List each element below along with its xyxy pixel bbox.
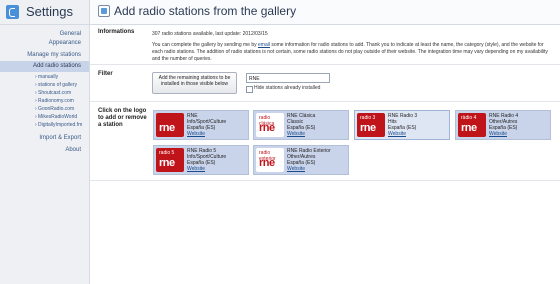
sidebar: Settings General Appearance Manage my st… (0, 0, 90, 284)
add-remaining-button[interactable]: Add the remaining stations to be install… (152, 72, 237, 94)
station-logo-text: rne (259, 122, 275, 134)
sidebar-subitem-mikesradioworld[interactable]: › MikesRadioWorld (35, 113, 77, 121)
sidebar-item-appearance[interactable]: Appearance (0, 38, 89, 49)
email-link[interactable]: email (258, 42, 270, 48)
stations-count-text: 307 radio stations available, last updat… (152, 31, 268, 37)
filter-label: Filter (98, 71, 113, 77)
sidebar-subitem-radionomy[interactable]: › Radionomy.com (35, 97, 74, 105)
sidebar-title: Settings (26, 4, 73, 19)
gallery-label-line: Click on the logo (98, 108, 147, 114)
station-website-link[interactable]: Website (287, 131, 315, 137)
station-logo-text: rne (159, 122, 175, 134)
main-panel: Add radio stations from the gallery Info… (90, 0, 560, 284)
divider (90, 101, 560, 102)
sidebar-subitem-goonradio[interactable]: › GoonRadio.com (35, 105, 74, 113)
gallery-label: Click on the logo to add or remove a sta… (98, 108, 147, 129)
station-logo-text: rne (159, 157, 175, 169)
station-logo[interactable]: radio 3 rne (357, 113, 385, 137)
sidebar-subitem-digitallyimported[interactable]: › DigitallyImported.fm (35, 121, 82, 129)
station-card: radio exterior rne RNE Radio Exterior Ot… (253, 145, 349, 175)
station-logo[interactable]: radio clásica rne (256, 113, 284, 137)
station-website-link[interactable]: Website (187, 131, 226, 137)
divider (90, 180, 560, 181)
station-logo-text: rne (259, 157, 275, 169)
sidebar-item-import-export[interactable]: Import & Export (0, 133, 89, 144)
hide-installed-label: Hide stations already installed (254, 85, 321, 91)
station-info: RNE Radio Exterior Other/Autres España (… (287, 148, 331, 172)
station-info: RNE Radio 4 Other/Autres España (ES) Web… (489, 113, 518, 137)
station-card: radio 5 rne RNE Radio 5 Info/Sport/Cultu… (153, 145, 249, 175)
filter-input[interactable]: RNE (246, 73, 330, 83)
page-header: Add radio stations from the gallery (90, 0, 560, 25)
sidebar-subitem-shoutcast[interactable]: › Shoutcast.com (35, 89, 71, 97)
informations-text-part1: You can complete the gallery by sending … (152, 42, 257, 48)
station-logo-top: radio 3 (360, 115, 376, 121)
station-logo-top: ràdio 4 (461, 115, 477, 121)
app-logo-icon (6, 5, 19, 19)
station-logo[interactable]: radio 5 rne (156, 148, 184, 172)
station-website-link[interactable]: Website (287, 166, 331, 172)
sidebar-item-add-stations[interactable]: Add radio stations (0, 61, 89, 72)
hide-installed-checkbox[interactable] (246, 86, 253, 93)
station-info: RNE Radio 5 Info/Sport/Culture España (E… (187, 148, 226, 172)
sidebar-subitem-manually[interactable]: › manually (35, 73, 58, 81)
station-website-link[interactable]: Website (187, 166, 226, 172)
gallery-label-line: a station (98, 122, 123, 128)
station-logo[interactable]: radio exterior rne (256, 148, 284, 172)
station-card: radio 3 rne RNE Radio 3 Hits España (ES)… (354, 110, 450, 140)
sidebar-item-manage-stations[interactable]: Manage my stations (0, 50, 89, 61)
gallery-icon (98, 5, 110, 17)
station-website-link[interactable]: Website (388, 131, 417, 137)
station-logo[interactable]: rne (156, 113, 184, 137)
sidebar-header: Settings (0, 0, 89, 25)
station-logo-top: radio 5 (159, 150, 175, 156)
divider (90, 64, 560, 65)
station-website-link[interactable]: Website (489, 131, 518, 137)
sidebar-subitem-gallery[interactable]: › stations of gallery (35, 81, 77, 89)
gallery-label-line: to add or remove (98, 115, 147, 121)
page-title: Add radio stations from the gallery (114, 4, 297, 18)
station-logo-text: rne (461, 122, 477, 134)
station-info: RNE Info/Sport/Culture España (ES) Websi… (187, 113, 226, 137)
station-card: rne RNE Info/Sport/Culture España (ES) W… (153, 110, 249, 140)
station-info: RNE Radio 3 Hits España (ES) Website (388, 113, 417, 137)
informations-label: Informations (98, 29, 135, 35)
sidebar-item-about[interactable]: About (0, 145, 89, 156)
informations-paragraph: You can complete the gallery by sending … (152, 42, 552, 63)
station-logo[interactable]: ràdio 4 rne (458, 113, 486, 137)
station-card: radio clásica rne RNE Clásica Classic Es… (253, 110, 349, 140)
station-info: RNE Clásica Classic España (ES) Website (287, 113, 315, 137)
station-card: ràdio 4 rne RNE Radio 4 Other/Autres Esp… (455, 110, 551, 140)
station-logo-text: rne (360, 122, 376, 134)
